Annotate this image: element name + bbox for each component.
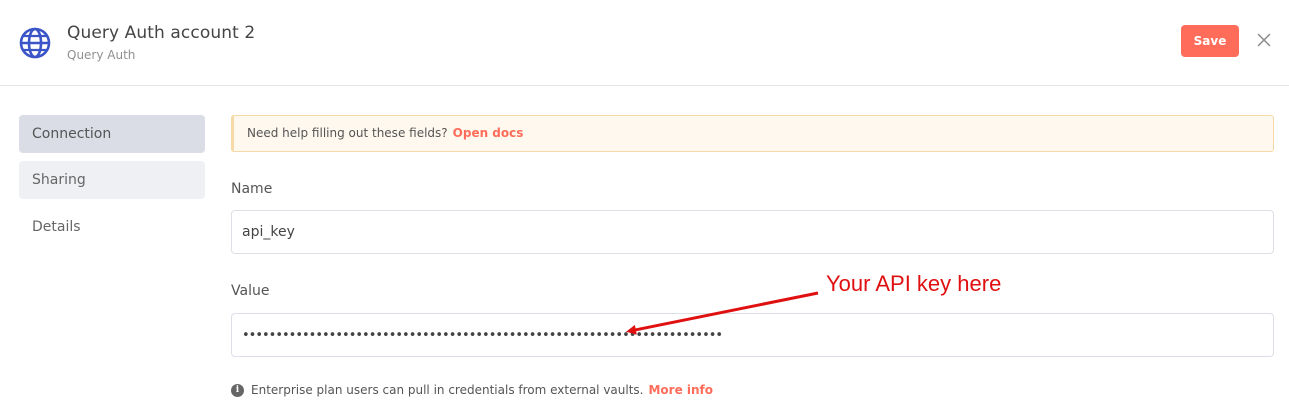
credential-type: Query Auth bbox=[67, 48, 136, 62]
modal-header: Query Auth account 2 Query Auth Save bbox=[0, 0, 1289, 86]
annotation-label: Your API key here bbox=[826, 271, 1002, 296]
sidebar-item-details[interactable]: Details bbox=[19, 208, 205, 246]
value-field-label: Value bbox=[231, 283, 270, 299]
name-field[interactable] bbox=[231, 210, 1274, 254]
open-docs-link[interactable]: Open docs bbox=[453, 126, 524, 140]
name-field-label: Name bbox=[231, 181, 273, 197]
help-banner: Need help filling out these fields? Open … bbox=[231, 115, 1274, 152]
vault-hint: i Enterprise plan users can pull in cred… bbox=[231, 383, 713, 397]
help-banner-text: Need help filling out these fields? bbox=[247, 126, 448, 140]
close-icon[interactable] bbox=[1255, 31, 1273, 49]
save-button[interactable]: Save bbox=[1181, 25, 1239, 57]
vault-hint-text: Enterprise plan users can pull in creden… bbox=[251, 383, 644, 397]
value-field[interactable] bbox=[231, 313, 1274, 357]
info-icon: i bbox=[231, 383, 244, 397]
more-info-link[interactable]: More info bbox=[648, 383, 713, 397]
credential-title[interactable]: Query Auth account 2 bbox=[67, 23, 255, 43]
sidebar-item-sharing[interactable]: Sharing bbox=[19, 161, 205, 199]
sidebar-item-connection[interactable]: Connection bbox=[19, 115, 205, 153]
globe-icon bbox=[19, 27, 51, 59]
